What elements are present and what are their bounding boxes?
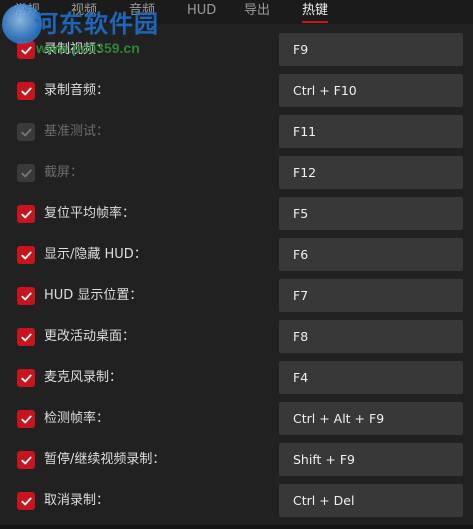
hotkey-row: 显示/隐藏 HUD： F6 [0, 235, 473, 276]
checkmark-icon [20, 208, 33, 221]
hotkey-enable-checkbox[interactable] [17, 246, 35, 264]
hotkey-row: 录制视频： F9 [0, 30, 473, 71]
hotkey-label: 基准测试： [44, 124, 110, 139]
hotkey-input[interactable]: F4 [279, 361, 463, 394]
hotkey-enable-checkbox [17, 164, 35, 182]
hotkey-row: 检测帧率： Ctrl + Alt + F9 [0, 399, 473, 440]
hotkey-label: 更改活动桌面： [44, 329, 136, 344]
checkmark-icon [20, 290, 33, 303]
tab-video[interactable]: 视频 [71, 3, 97, 19]
tab-general[interactable]: 常规 [14, 3, 40, 19]
hotkey-enable-checkbox[interactable] [17, 205, 35, 223]
tab-export[interactable]: 导出 [244, 3, 270, 19]
checkmark-icon [20, 85, 33, 98]
checkmark-icon [20, 413, 33, 426]
hotkey-row: 截屏： F12 [0, 153, 473, 194]
hotkey-input[interactable]: F8 [279, 320, 463, 353]
hotkey-row: HUD 显示位置： F7 [0, 276, 473, 317]
hotkey-input[interactable]: F7 [279, 279, 463, 312]
hotkey-input[interactable]: F11 [279, 115, 463, 148]
checkmark-icon [20, 372, 33, 385]
hotkey-enable-checkbox[interactable] [17, 369, 35, 387]
checkmark-icon [20, 167, 33, 180]
checkmark-icon [20, 44, 33, 57]
hotkey-row: 录制音频： Ctrl + F10 [0, 71, 473, 112]
tab-hotkeys[interactable]: 热键 [302, 3, 329, 23]
hotkey-label: 麦克风录制： [44, 370, 123, 385]
hotkey-row: 基准测试： F11 [0, 112, 473, 153]
hotkey-label: 暂停/继续视频录制： [44, 452, 166, 467]
hotkey-row: 取消录制： Ctrl + Del [0, 481, 473, 522]
hotkey-row: 麦克风录制： F4 [0, 358, 473, 399]
hotkey-label: 复位平均帧率： [44, 206, 136, 221]
hotkey-label: 取消录制： [44, 493, 110, 508]
bottom-edge [0, 525, 473, 529]
hotkey-enable-checkbox[interactable] [17, 41, 35, 59]
tab-audio[interactable]: 音频 [129, 3, 155, 19]
active-tab-indicator [302, 21, 329, 23]
checkmark-icon [20, 126, 33, 139]
hotkey-input[interactable]: Ctrl + Alt + F9 [279, 402, 463, 435]
hotkey-input[interactable]: Shift + F9 [279, 443, 463, 476]
hotkey-input[interactable]: F6 [279, 238, 463, 271]
hotkey-enable-checkbox[interactable] [17, 328, 35, 346]
checkmark-icon [20, 495, 33, 508]
hotkey-row: 暂停/继续视频录制： Shift + F9 [0, 440, 473, 481]
hotkey-label: 截屏： [44, 165, 84, 180]
hotkey-enable-checkbox[interactable] [17, 82, 35, 100]
hotkey-enable-checkbox [17, 123, 35, 141]
hotkey-enable-checkbox[interactable] [17, 451, 35, 469]
hotkey-row: 复位平均帧率： F5 [0, 194, 473, 235]
hotkey-enable-checkbox[interactable] [17, 492, 35, 510]
checkmark-icon [20, 331, 33, 344]
hotkey-list: 录制视频： F9 录制音频： Ctrl + F10 基准测试： F11 截屏： F12 复位平均… [0, 24, 473, 525]
hotkey-label: 录制音频： [44, 83, 110, 98]
hotkey-input[interactable]: Ctrl + Del [279, 484, 463, 517]
hotkey-input[interactable]: F12 [279, 156, 463, 189]
hotkey-label: 检测帧率： [44, 411, 110, 426]
hotkey-enable-checkbox[interactable] [17, 410, 35, 428]
checkmark-icon [20, 249, 33, 262]
hotkey-input[interactable]: F5 [279, 197, 463, 230]
tab-hud[interactable]: HUD [187, 3, 216, 19]
hotkey-label: 录制视频： [44, 42, 110, 57]
tab-bar: 常规 视频 音频 HUD 导出 热键 [0, 0, 473, 24]
hotkey-input[interactable]: Ctrl + F10 [279, 74, 463, 107]
hotkey-label: 显示/隐藏 HUD： [44, 247, 147, 262]
tab-hotkeys-label: 热键 [302, 3, 329, 18]
hotkey-input[interactable]: F9 [279, 33, 463, 66]
hotkey-enable-checkbox[interactable] [17, 287, 35, 305]
hotkey-row: 更改活动桌面： F8 [0, 317, 473, 358]
checkmark-icon [20, 454, 33, 467]
hotkey-label: HUD 显示位置： [44, 288, 143, 303]
